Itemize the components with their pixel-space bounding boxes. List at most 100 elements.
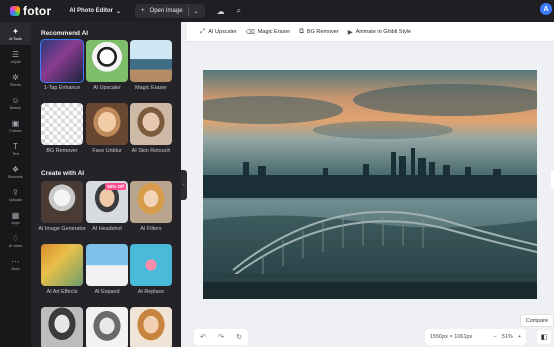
tool-tile-ai-skin-retouch[interactable]: AI Skin Retouch [130,103,172,155]
tool-tile-ai-headshot[interactable]: 50% Off AI Headshot [86,181,128,233]
top-bar: fotor AI Photo Editor ⌄ + Open Image ⌄ ☁… [0,0,554,22]
quick-tool-label: Magic Eraser [257,28,291,35]
tool-label: Magic Eraser [135,85,167,91]
tool-label: AI Upscaler [93,85,121,91]
rail-item-label: Effects [10,82,21,87]
magic-icon: ✦ [12,26,19,36]
rail-item-label: AI Votes [8,243,23,248]
tool-tile-ai-filters[interactable]: AI Filters [130,181,172,233]
rail-item-label: AI Tools [9,36,22,41]
tool-thumbnail [86,103,128,145]
tool-label: AI Filters [140,226,162,232]
tool-label: Face Unblur [92,148,122,154]
tool-thumbnail [86,40,128,82]
rail-item-elements[interactable]: ❖ Elements [0,160,31,183]
frame-icon: ▣ [11,118,20,128]
zoom-controls: 1550px × 1061px − 51% + [425,329,526,345]
rail-item-label: Apps [11,220,20,225]
votes-icon: ♢ [11,233,20,243]
rail-item-label: Beauty [9,105,22,110]
tool-tile-ai-art-effects[interactable]: AI Art Effects [41,244,83,296]
more-icon: ⋯ [11,256,20,266]
quick-tool-bg-remover[interactable]: ⧉ BG Remover [299,28,338,36]
quick-tool-label: BG Remover [306,28,339,35]
tool-label: AI Image Generator [38,226,86,232]
rail-item-ai-votes[interactable]: ♢ AI Votes [0,229,31,252]
tool-thumbnail [41,181,83,223]
plus-icon: + [141,8,145,14]
collapse-panel-handle[interactable]: ‹ [181,170,187,200]
zoom-out-icon[interactable]: − [494,334,497,340]
tool-thumbnail [130,181,172,223]
photo-canvas[interactable] [203,70,537,299]
chevron-down-icon: ⌄ [116,8,122,15]
rail-item-apps[interactable]: ▦ Apps [0,206,31,229]
rail-item-frames[interactable]: ▣ Frames [0,114,31,137]
rail-item-label: Elements [8,174,23,179]
quick-tools-bar: ⤢ AI Upscaler ⌫ Magic Eraser ⧉ BG Remover ▶ Ani… [187,22,554,42]
tool-tile-ai-upscaler[interactable]: AI Upscaler [86,40,128,92]
rail-item-text[interactable]: T Text [0,137,31,160]
rail-item-more[interactable]: ⋯ More [0,252,31,275]
divider [187,6,189,16]
logo-text: fotor [23,4,52,18]
tool-label: AI Art Effects [46,289,78,295]
editor-menu-label: AI Photo Editor [69,8,113,14]
text-icon: T [13,141,18,151]
tool-label: AI Expand [94,289,120,295]
editor-menu[interactable]: AI Photo Editor ⌄ [69,8,121,15]
cloud-icon[interactable]: ☁ [217,7,225,16]
compare-button[interactable]: ◧ [537,330,551,344]
rail-item-adjust[interactable]: ☰ Adjust [0,45,31,68]
tool-tile-more-7[interactable] [86,307,128,347]
upscale-icon: ⤢ [200,27,206,35]
quick-tool-animate-in-ghibli-style[interactable]: ▶ Animate in Ghibli Style [348,28,411,36]
effects-icon: ✲ [12,72,19,82]
logo-mark-icon [10,6,20,16]
ai-tools-panel: Recommend AI Create with AI 1-Tap Enhanc… [31,22,181,347]
tool-label: AI Headshot [92,226,122,232]
tool-tile-bg-remover[interactable]: BG Remover [41,103,83,155]
avatar[interactable]: A [540,3,552,15]
redo-icon[interactable]: ↷ [218,333,224,341]
undo-icon[interactable]: ↶ [200,333,206,341]
discount-badge: 50% Off [105,183,126,190]
quick-tool-label: AI Upscaler [208,28,237,35]
rail-item-beauty[interactable]: ☺ Beauty [0,91,31,114]
quick-tool-ai-upscaler[interactable]: ⤢ AI Upscaler [200,28,237,36]
tool-tile-magic-eraser[interactable]: Magic Eraser [130,40,172,92]
tool-tile-ai-expand[interactable]: AI Expand [86,244,128,296]
sliders-icon: ☰ [11,49,20,59]
tool-tile-ai-image-generator[interactable]: AI Image Generator [38,181,86,233]
rail-item-effects[interactable]: ✲ Effects [0,68,31,91]
upload-icon: ⇪ [12,187,19,197]
tool-thumbnail: 50% Off [86,181,128,223]
tool-thumbnail [40,39,84,83]
tool-tile-face-unblur[interactable]: Face Unblur [86,103,128,155]
elements-icon: ❖ [11,164,20,174]
fotor-logo[interactable]: fotor [10,4,51,18]
tool-label: AI Replace [137,289,165,295]
rail-item-uploads[interactable]: ⇪ Uploads [0,183,31,206]
quick-tool-magic-eraser[interactable]: ⌫ Magic Eraser [246,28,291,36]
chevron-down-icon[interactable]: ⌄ [194,8,199,15]
rail-item-label: Text [12,151,19,156]
tool-tile-more-8[interactable] [130,307,172,347]
search-icon[interactable]: ⌕ [237,6,241,16]
zoom-in-icon[interactable]: + [518,334,521,340]
tool-tile-more-6[interactable] [41,307,83,347]
rail-item-ai-tools[interactable]: ✦ AI Tools [0,22,31,45]
city-bridge-photo [203,70,537,299]
bg-remover-icon: ⧉ [299,27,304,35]
tool-tile-1-tap-enhance[interactable]: 1-Tap Enhance [40,39,84,92]
tool-thumbnail [86,307,128,347]
tool-thumbnail [41,307,83,347]
tool-tile-ai-replace[interactable]: AI Replace [130,244,172,296]
zoom-level[interactable]: 51% [502,334,513,340]
reset-icon[interactable]: ↻ [236,333,242,341]
create-with-ai-title: Create with AI [41,170,85,177]
tool-thumbnail [86,244,128,286]
beauty-icon: ☺ [11,95,20,105]
image-dimensions: 1550px × 1061px [430,334,473,340]
open-image-button[interactable]: + Open Image ⌄ [135,4,205,18]
